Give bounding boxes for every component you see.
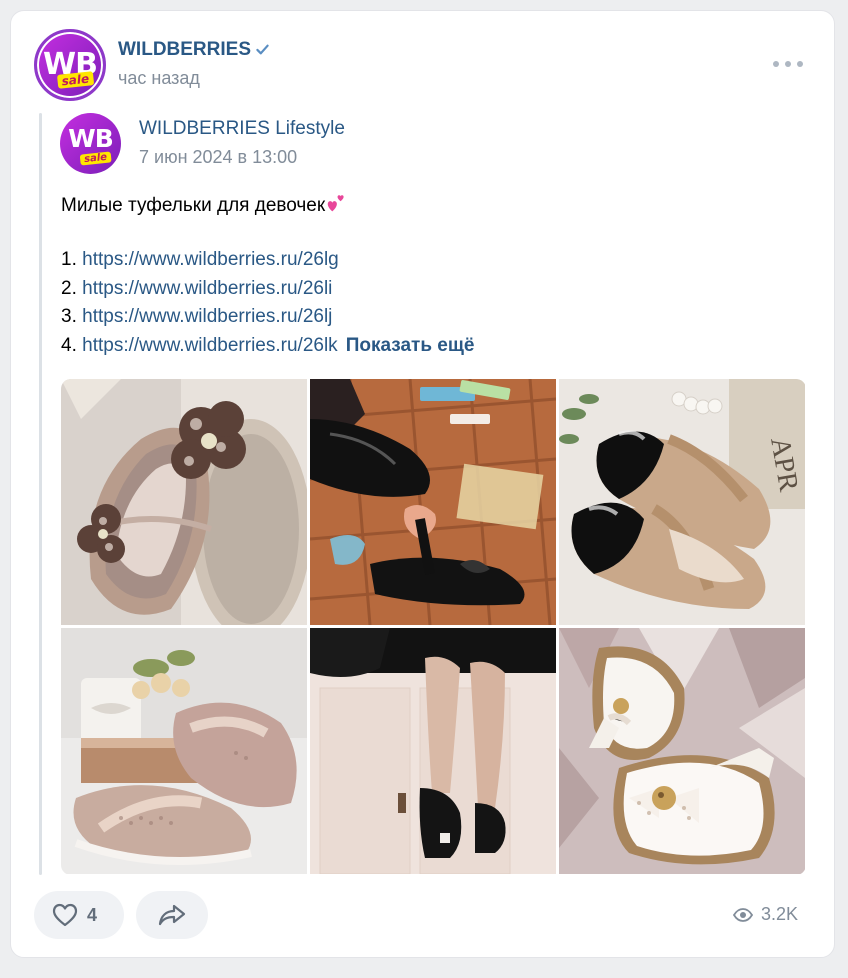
show-more-link[interactable]: Показать ещё (346, 335, 475, 356)
source-logo-text: WB (68, 123, 114, 153)
photo-white-shoes-bow[interactable] (559, 628, 805, 874)
more-dots-icon[interactable] (773, 55, 803, 73)
source-date[interactable]: 7 июн 2024 в 13:00 (139, 147, 297, 168)
link-item-3: 3. https://www.wildberries.ru/26lj (61, 303, 801, 332)
source-avatar[interactable]: WB sale (60, 113, 121, 174)
link-number: 4. (61, 334, 77, 356)
photo-black-mary-jane-on-legs[interactable] (310, 628, 556, 874)
link-item-2: 2. https://www.wildberries.ru/26li (61, 275, 801, 304)
avatar-logo-sale: sale (56, 71, 94, 90)
share-button[interactable] (136, 891, 208, 939)
photo-black-shoes-on-pavement[interactable] (310, 379, 556, 625)
share-arrow-icon (158, 904, 186, 926)
source-logo-sale: sale (79, 151, 112, 166)
link-item-1: 1. https://www.wildberries.ru/26lg (61, 246, 801, 275)
photo-grid: APR (61, 379, 806, 875)
photo-rose-gold-perforated-shoes[interactable] (61, 628, 307, 874)
text-line: Милые туфельки для девочек (61, 189, 801, 218)
text-content: Милые туфельки для девочек (61, 195, 326, 216)
post-time[interactable]: час назад (118, 68, 200, 89)
verified-check-icon (256, 44, 269, 55)
author-avatar[interactable]: WB sale (34, 29, 106, 101)
two-hearts-emoji-icon (327, 195, 344, 212)
source-name[interactable]: WILDBERRIES Lifestyle (139, 118, 345, 140)
eye-icon (733, 907, 753, 922)
link-number: 1. (61, 249, 77, 270)
link-url[interactable]: https://www.wildberries.ru/26lk (82, 335, 338, 356)
author-name[interactable]: WILDBERRIES (118, 39, 251, 61)
repost-divider (39, 113, 42, 875)
views-counter: 3.2K (733, 904, 798, 925)
link-number: 3. (61, 306, 77, 327)
link-url[interactable]: https://www.wildberries.ru/26lg (82, 249, 339, 270)
views-count: 3.2K (761, 904, 799, 924)
photo-black-beige-patent-shoes[interactable]: APR (559, 379, 805, 625)
link-url[interactable]: https://www.wildberries.ru/26li (82, 278, 332, 299)
like-count: 4 (87, 904, 98, 925)
link-url[interactable]: https://www.wildberries.ru/26lj (82, 306, 332, 327)
post-text: Милые туфельки для девочек 1. https://ww… (61, 189, 801, 360)
heart-icon (52, 903, 78, 927)
link-item-4: 4. https://www.wildberries.ru/26lk Показа… (61, 332, 801, 361)
like-button[interactable]: 4 (34, 891, 124, 939)
photo-beige-shoes-houndstooth-flower[interactable] (61, 379, 307, 625)
link-number: 2. (61, 277, 77, 299)
post-card: WB sale WILDBERRIES час назад WB sale WI… (10, 10, 835, 958)
